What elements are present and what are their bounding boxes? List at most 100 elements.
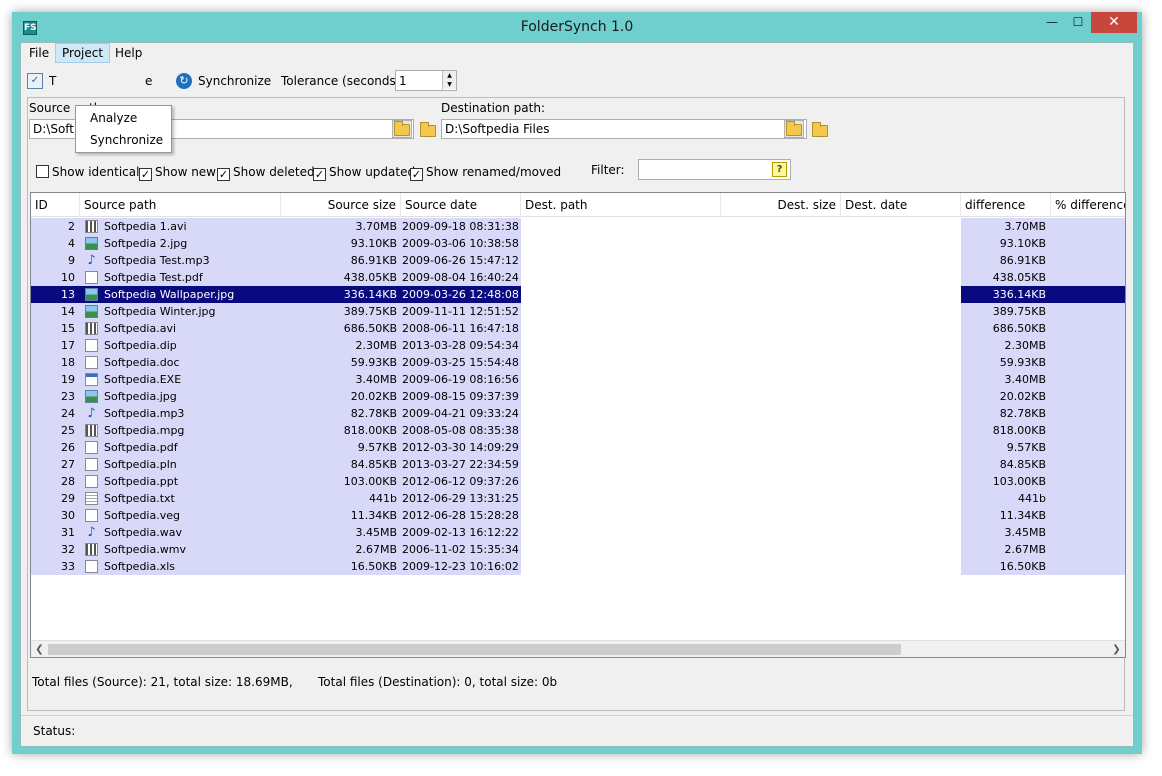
table-row[interactable]: 33 Softpedia.xls 16.50KB 2009-12-23 10:16:0…: [31, 558, 1125, 575]
video-file-icon: [85, 220, 98, 233]
column-source-size[interactable]: Source size: [281, 193, 401, 217]
synchronize-button[interactable]: ↻ Synchronize: [176, 70, 276, 92]
menu-item-analyze[interactable]: Analyze: [90, 111, 137, 125]
tolerance-spinner[interactable]: 1 ▲ ▼: [395, 70, 457, 91]
maximize-button[interactable]: ☐: [1065, 12, 1091, 33]
column-dest-date[interactable]: Dest. date: [841, 193, 961, 217]
menu-item-synchronize[interactable]: Synchronize: [90, 133, 163, 147]
file-grid[interactable]: ID Source path Source size Source date D…: [30, 192, 1126, 658]
source-browse-button[interactable]: [392, 120, 412, 138]
cell-source-size: 9.57KB: [357, 441, 397, 454]
show-new-checkbox[interactable]: ✓ Show new: [139, 165, 216, 181]
image-file-icon: [85, 390, 98, 403]
source-open-folder-icon[interactable]: [420, 122, 436, 137]
table-row[interactable]: 23 Softpedia.jpg 20.02KB 2009-08-15 09:37:3…: [31, 388, 1125, 405]
checkmark-icon: ✓: [410, 168, 423, 181]
close-button[interactable]: ✕: [1091, 12, 1137, 33]
column-dest-path[interactable]: Dest. path: [521, 193, 721, 217]
table-row[interactable]: 27 Softpedia.pln 84.85KB 2013-03-27 22:34:5…: [31, 456, 1125, 473]
cell-source-date: 2009-06-19 08:16:56: [402, 373, 519, 386]
table-row[interactable]: 2 Softpedia 1.avi 3.70MB 2009-09-18 08:31:3…: [31, 218, 1125, 235]
table-row[interactable]: 4 Softpedia 2.jpg 93.10KB 2009-03-06 10:38:…: [31, 235, 1125, 252]
cell-source-path: Softpedia Wallpaper.jpg: [104, 288, 235, 301]
table-row[interactable]: 10 Softpedia Test.pdf 438.05KB 2009-08-04 1…: [31, 269, 1125, 286]
column-difference[interactable]: difference: [961, 193, 1051, 217]
checkmark-icon: ✓: [139, 168, 152, 181]
cell-source-date: 2013-03-27 22:34:59: [402, 458, 519, 471]
text-file-icon: [85, 492, 98, 505]
table-row[interactable]: 32 Softpedia.wmv 2.67MB 2006-11-02 15:35:34…: [31, 541, 1125, 558]
doc-file-icon: [85, 509, 98, 522]
table-row[interactable]: 25 Softpedia.mpg 818.00KB 2008-05-08 08:35:…: [31, 422, 1125, 439]
cell-source-path: Softpedia.veg: [104, 509, 180, 522]
spin-up-icon[interactable]: ▲: [443, 71, 456, 80]
cell-difference: 103.00KB: [992, 475, 1046, 488]
image-file-icon: [85, 288, 98, 301]
status-bar: Status:: [21, 715, 1133, 745]
show-renamed-checkbox[interactable]: ✓ Show renamed/moved: [410, 165, 561, 181]
cell-id: 2: [68, 220, 75, 233]
column-percent-difference[interactable]: % difference: [1051, 193, 1125, 217]
destination-summary: Total files (Destination): 0, total size…: [318, 675, 558, 689]
show-updated-checkbox[interactable]: ✓ Show updated: [313, 165, 415, 181]
column-source-date[interactable]: Source date: [401, 193, 521, 217]
table-row[interactable]: 15 Softpedia.avi 686.50KB 2008-06-11 16:47:…: [31, 320, 1125, 337]
cell-source-size: 686.50KB: [343, 322, 397, 335]
video-file-icon: [85, 322, 98, 335]
scroll-right-icon[interactable]: ❯: [1108, 641, 1125, 657]
table-row[interactable]: 17 Softpedia.dip 2.30MB 2013-03-28 09:54:34…: [31, 337, 1125, 354]
destination-path-label: Destination path:: [441, 101, 545, 115]
destination-open-folder-icon[interactable]: [812, 122, 828, 137]
main-panel: Source path: D:\Softpedia Test Destinati…: [27, 97, 1126, 711]
destination-browse-button[interactable]: [784, 120, 804, 138]
table-row[interactable]: 29 Softpedia.txt 441b 2012-06-29 13:31:25 44…: [31, 490, 1125, 507]
scroll-left-icon[interactable]: ❮: [31, 641, 48, 657]
table-row[interactable]: 24 ♪ Softpedia.mp3 82.78KB 2009-04-21 09:33:…: [31, 405, 1125, 422]
table-row[interactable]: 18 Softpedia.doc 59.93KB 2009-03-25 15:54:4…: [31, 354, 1125, 371]
help-icon[interactable]: ?: [772, 162, 787, 177]
horizontal-scrollbar[interactable]: ❮ ❯: [31, 640, 1125, 657]
cell-source-size: 93.10KB: [350, 237, 397, 250]
cell-source-path: Softpedia.txt: [104, 492, 175, 505]
menu-project[interactable]: Project: [55, 43, 111, 63]
cell-source-path: Softpedia.jpg: [104, 390, 177, 403]
column-dest-size[interactable]: Dest. size: [721, 193, 841, 217]
destination-path-input[interactable]: D:\Softpedia Files: [441, 119, 807, 139]
cell-source-path: Softpedia.pdf: [104, 441, 178, 454]
table-row[interactable]: 28 Softpedia.ppt 103.00KB 2012-06-12 09:37:…: [31, 473, 1125, 490]
table-row[interactable]: 9 ♪ Softpedia Test.mp3 86.91KB 2009-06-26 15…: [31, 252, 1125, 269]
table-row[interactable]: 26 Softpedia.pdf 9.57KB 2012-03-30 14:09:29…: [31, 439, 1125, 456]
table-row[interactable]: 13 Softpedia Wallpaper.jpg 336.14KB 2009-03…: [31, 286, 1125, 303]
cell-source-path: Softpedia.avi: [104, 322, 177, 335]
filter-input[interactable]: ?: [638, 159, 791, 180]
table-row[interactable]: 30 Softpedia.veg 11.34KB 2012-06-28 15:28:2…: [31, 507, 1125, 524]
cell-source-size: 441b: [369, 492, 397, 505]
cell-source-size: 84.85KB: [350, 458, 397, 471]
menu-file[interactable]: File: [23, 43, 55, 63]
minimize-button[interactable]: —: [1039, 12, 1065, 33]
cell-source-path: Softpedia.ppt: [104, 475, 179, 488]
cell-source-date: 2012-06-28 15:28:28: [402, 509, 519, 522]
cell-difference: 3.40MB: [1004, 373, 1046, 386]
table-row[interactable]: 14 Softpedia Winter.jpg 389.75KB 2009-11-11…: [31, 303, 1125, 320]
title-bar[interactable]: FS FolderSynch 1.0 — ☐ ✕: [12, 12, 1142, 42]
show-deleted-label: Show deleted: [233, 165, 315, 179]
show-identical-checkbox[interactable]: Show identical: [36, 165, 139, 179]
scrollbar-thumb[interactable]: [48, 644, 901, 655]
spin-down-icon[interactable]: ▼: [443, 80, 456, 89]
cell-difference: 3.45MB: [1004, 526, 1046, 539]
cell-id: 26: [61, 441, 75, 454]
cell-source-size: 20.02KB: [350, 390, 397, 403]
column-id[interactable]: ID: [31, 193, 80, 217]
cell-id: 14: [61, 305, 75, 318]
spinner-buttons[interactable]: ▲ ▼: [442, 71, 456, 90]
cell-source-size: 438.05KB: [343, 271, 397, 284]
doc-file-icon: [85, 356, 98, 369]
menu-help[interactable]: Help: [109, 43, 148, 63]
test-button[interactable]: ✓ T: [27, 70, 67, 92]
table-row[interactable]: 31 ♪ Softpedia.wav 3.45MB 2009-02-13 16:12:2…: [31, 524, 1125, 541]
show-deleted-checkbox[interactable]: ✓ Show deleted: [217, 165, 315, 181]
column-source-path[interactable]: Source path: [80, 193, 281, 217]
table-row[interactable]: 19 Softpedia.EXE 3.40MB 2009-06-19 08:16:56…: [31, 371, 1125, 388]
cell-difference: 16.50KB: [999, 560, 1046, 573]
